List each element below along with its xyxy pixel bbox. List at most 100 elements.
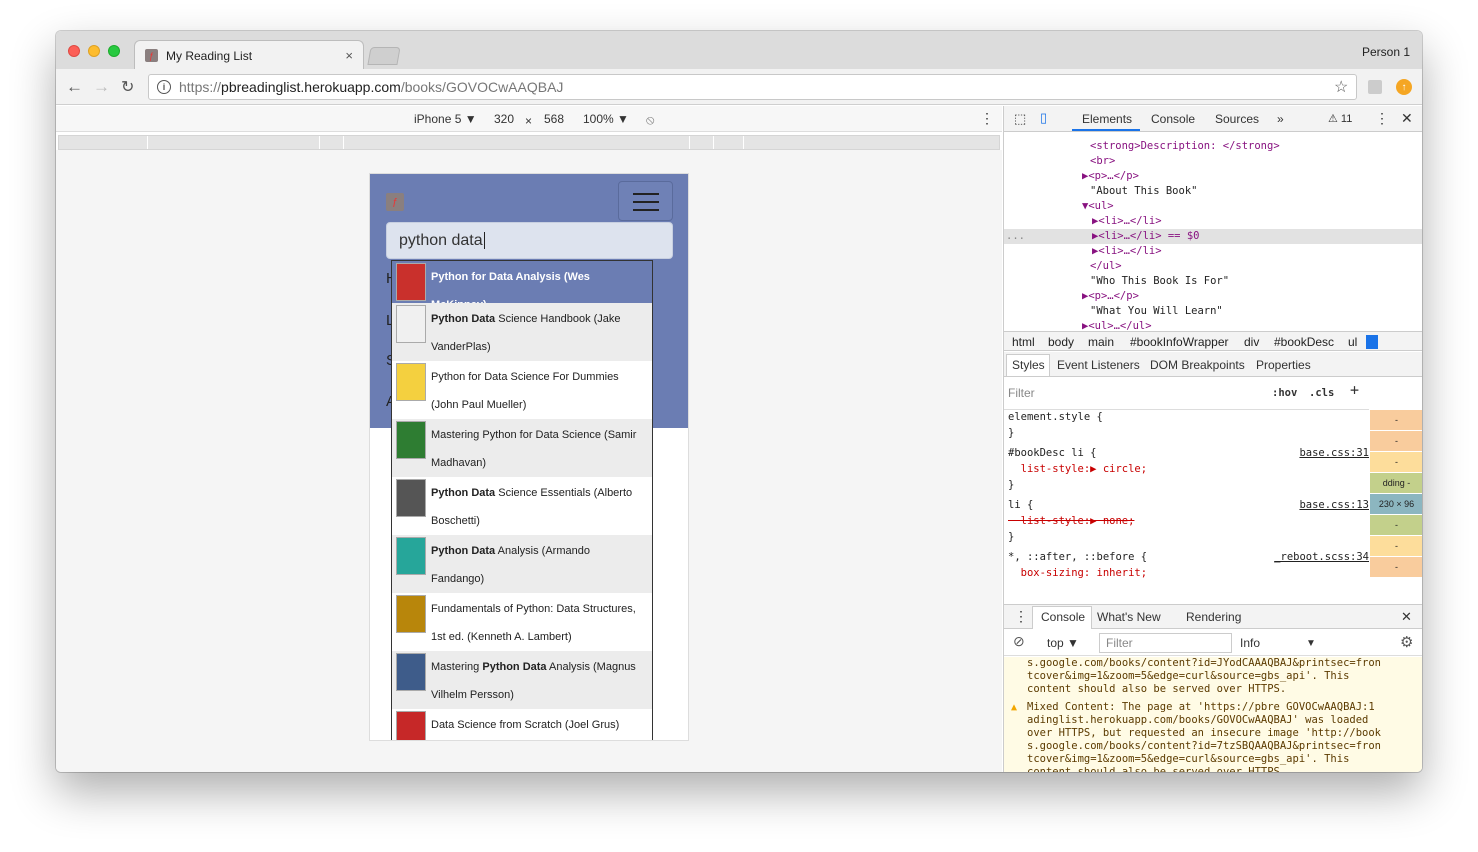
info-icon[interactable]: i [157, 80, 171, 94]
subtab-dom-breakpoints[interactable]: DOM Breakpoints [1150, 358, 1245, 372]
drawer-tab-console[interactable]: Console [1041, 610, 1085, 624]
css-rule-line[interactable]: element.style { [1008, 410, 1103, 425]
back-arrow-icon[interactable]: ← [66, 77, 83, 97]
bookmark-star-icon[interactable]: ☆ [1334, 77, 1348, 97]
box-model-value[interactable]: - [1370, 452, 1422, 472]
new-tab-button[interactable] [367, 47, 401, 65]
stylesheet-link[interactable]: base.css:13 [1299, 498, 1369, 513]
new-rule-button[interactable]: + [1350, 383, 1359, 398]
devtools-menu-icon[interactable]: ⋮ [1375, 110, 1389, 127]
console-context-select[interactable]: top ▼ [1047, 636, 1079, 650]
reload-icon[interactable]: ↻ [121, 77, 134, 97]
css-rule-line[interactable]: } [1008, 426, 1014, 441]
breadcrumb-item[interactable]: main [1088, 335, 1114, 349]
breadcrumb-item-selected[interactable]: li [1366, 335, 1378, 349]
dom-node[interactable]: ▶<li>…</li> [1092, 244, 1162, 259]
box-model-value[interactable]: 230 × 96 [1370, 494, 1422, 514]
device-toolbar-menu-icon[interactable]: ⋮ [980, 110, 994, 127]
css-rule-line[interactable]: list-style:▶ none; [1008, 514, 1135, 529]
css-rule-line[interactable]: list-style:▶ circle; [1008, 462, 1147, 477]
subtab-styles[interactable]: Styles [1012, 358, 1045, 372]
styles-filter-input[interactable]: Filter [1008, 386, 1035, 401]
rotate-icon[interactable]: ⦸ [646, 112, 654, 128]
css-rule-line[interactable]: box-sizing: inherit; [1008, 566, 1147, 581]
dom-node[interactable]: ▶<li>…</li> == $0 [1092, 229, 1199, 244]
autocomplete-suggestion[interactable]: Python Data Science Essentials (Alberto B… [392, 477, 652, 535]
tab-console[interactable]: Console [1151, 112, 1195, 126]
device-select[interactable]: iPhone 5 ▼ [414, 112, 477, 126]
device-width-input[interactable]: 320 [494, 112, 514, 126]
browser-tab[interactable]: ƒ My Reading List × [134, 40, 364, 70]
update-icon[interactable]: ↑ [1396, 79, 1412, 95]
breadcrumb-item[interactable]: body [1048, 335, 1074, 349]
dom-node[interactable]: </ul> [1090, 259, 1122, 274]
close-devtools-icon[interactable]: ✕ [1401, 110, 1413, 127]
box-model-value[interactable]: - [1370, 515, 1422, 535]
subtab-properties[interactable]: Properties [1256, 358, 1311, 372]
autocomplete-suggestion[interactable]: Python Data Science Handbook (Jake Vander… [392, 303, 652, 361]
forward-arrow-icon[interactable]: → [93, 77, 110, 97]
media-query-ruler[interactable] [58, 135, 1000, 150]
autocomplete-suggestion[interactable]: Python for Data Science For Dummies (John… [392, 361, 652, 419]
breadcrumb-item[interactable]: ul [1348, 335, 1357, 349]
dom-node[interactable]: "Who This Book Is For" [1090, 274, 1229, 289]
book-search-input[interactable]: python data [386, 222, 673, 259]
profile-name[interactable]: Person 1 [1362, 45, 1410, 59]
css-rule-line[interactable]: } [1008, 478, 1014, 493]
tab-sources[interactable]: Sources [1215, 112, 1259, 126]
breadcrumb-item[interactable]: #bookInfoWrapper [1130, 335, 1229, 349]
box-model-value[interactable]: - [1370, 410, 1422, 430]
device-height-input[interactable]: 568 [544, 112, 564, 126]
console-filter-input[interactable]: Filter [1099, 633, 1232, 653]
address-bar[interactable]: i https://pbreadinglist.herokuapp.com/bo… [148, 74, 1357, 100]
dom-node[interactable]: ▶<p>…</p> [1082, 289, 1139, 304]
stylesheet-link[interactable]: _reboot.scss:34 [1274, 550, 1369, 565]
breadcrumb-item[interactable]: html [1012, 335, 1035, 349]
console-level-arrow-icon[interactable]: ▼ [1306, 638, 1316, 649]
clear-console-icon[interactable]: ⊘ [1013, 633, 1025, 650]
tab-close-icon[interactable]: × [345, 48, 353, 63]
dom-node[interactable]: ▼<ul> [1082, 199, 1114, 214]
breadcrumb-item[interactable]: #bookDesc [1274, 335, 1334, 349]
stylesheet-link[interactable]: base.css:31 [1299, 446, 1369, 461]
css-rule-line[interactable]: *, ::after, ::before { [1008, 550, 1147, 565]
console-level-select[interactable]: Info [1240, 636, 1260, 650]
box-model-value[interactable]: - [1370, 557, 1422, 577]
minimize-window-button[interactable] [88, 45, 100, 57]
close-window-button[interactable] [68, 45, 80, 57]
node-actions-icon[interactable]: ... [1006, 229, 1025, 244]
dom-node[interactable]: <br> [1090, 154, 1115, 169]
drawer-tab-whats-new[interactable]: What's New [1097, 610, 1161, 624]
hamburger-menu-icon[interactable] [618, 181, 673, 221]
subtab-event-listeners[interactable]: Event Listeners [1057, 358, 1140, 372]
box-model-value[interactable]: - [1370, 431, 1422, 451]
autocomplete-suggestion[interactable]: Mastering Python for Data Science (Samir… [392, 419, 652, 477]
zoom-select[interactable]: 100% ▼ [583, 112, 629, 126]
autocomplete-suggestion[interactable]: Python Data Analysis (Armando Fandango) [392, 535, 652, 593]
close-drawer-icon[interactable]: ✕ [1401, 609, 1412, 625]
dom-node[interactable]: ▶<p>…</p> [1082, 169, 1139, 184]
autocomplete-suggestion[interactable]: Data Science from Scratch (Joel Grus) [392, 709, 652, 740]
autocomplete-suggestion[interactable]: Mastering Python Data Analysis (Magnus Vi… [392, 651, 652, 709]
hov-toggle[interactable]: :hov [1272, 386, 1297, 401]
dom-node[interactable]: ▶<li>…</li> [1092, 214, 1162, 229]
box-model-value[interactable]: dding - [1370, 473, 1422, 493]
drawer-menu-icon[interactable]: ⋮ [1014, 608, 1028, 625]
drawer-tab-rendering[interactable]: Rendering [1186, 610, 1241, 624]
maximize-window-button[interactable] [108, 45, 120, 57]
tab-elements[interactable]: Elements [1082, 112, 1132, 126]
dom-node[interactable]: "What You Will Learn" [1090, 304, 1223, 319]
console-settings-gear-icon[interactable]: ⚙ [1400, 633, 1413, 651]
more-tabs-icon[interactable]: » [1277, 112, 1284, 126]
css-rule-line[interactable]: li { [1008, 498, 1033, 513]
cls-toggle[interactable]: .cls [1309, 386, 1334, 401]
css-rule-line[interactable]: } [1008, 530, 1014, 545]
autocomplete-suggestion[interactable]: Python for Data Analysis (Wes McKinney) [392, 261, 652, 311]
site-logo-icon[interactable]: ƒ [386, 193, 404, 211]
breadcrumb-item[interactable]: div [1244, 335, 1259, 349]
device-mode-icon[interactable]: ▯ [1040, 110, 1047, 126]
warning-count-badge[interactable]: ⚠ 11 [1328, 112, 1352, 125]
autocomplete-suggestion[interactable]: Fundamentals of Python: Data Structures,… [392, 593, 652, 651]
dom-node[interactable]: <strong>Description: </strong> [1090, 139, 1280, 154]
css-rule-line[interactable]: #bookDesc li { [1008, 446, 1097, 461]
